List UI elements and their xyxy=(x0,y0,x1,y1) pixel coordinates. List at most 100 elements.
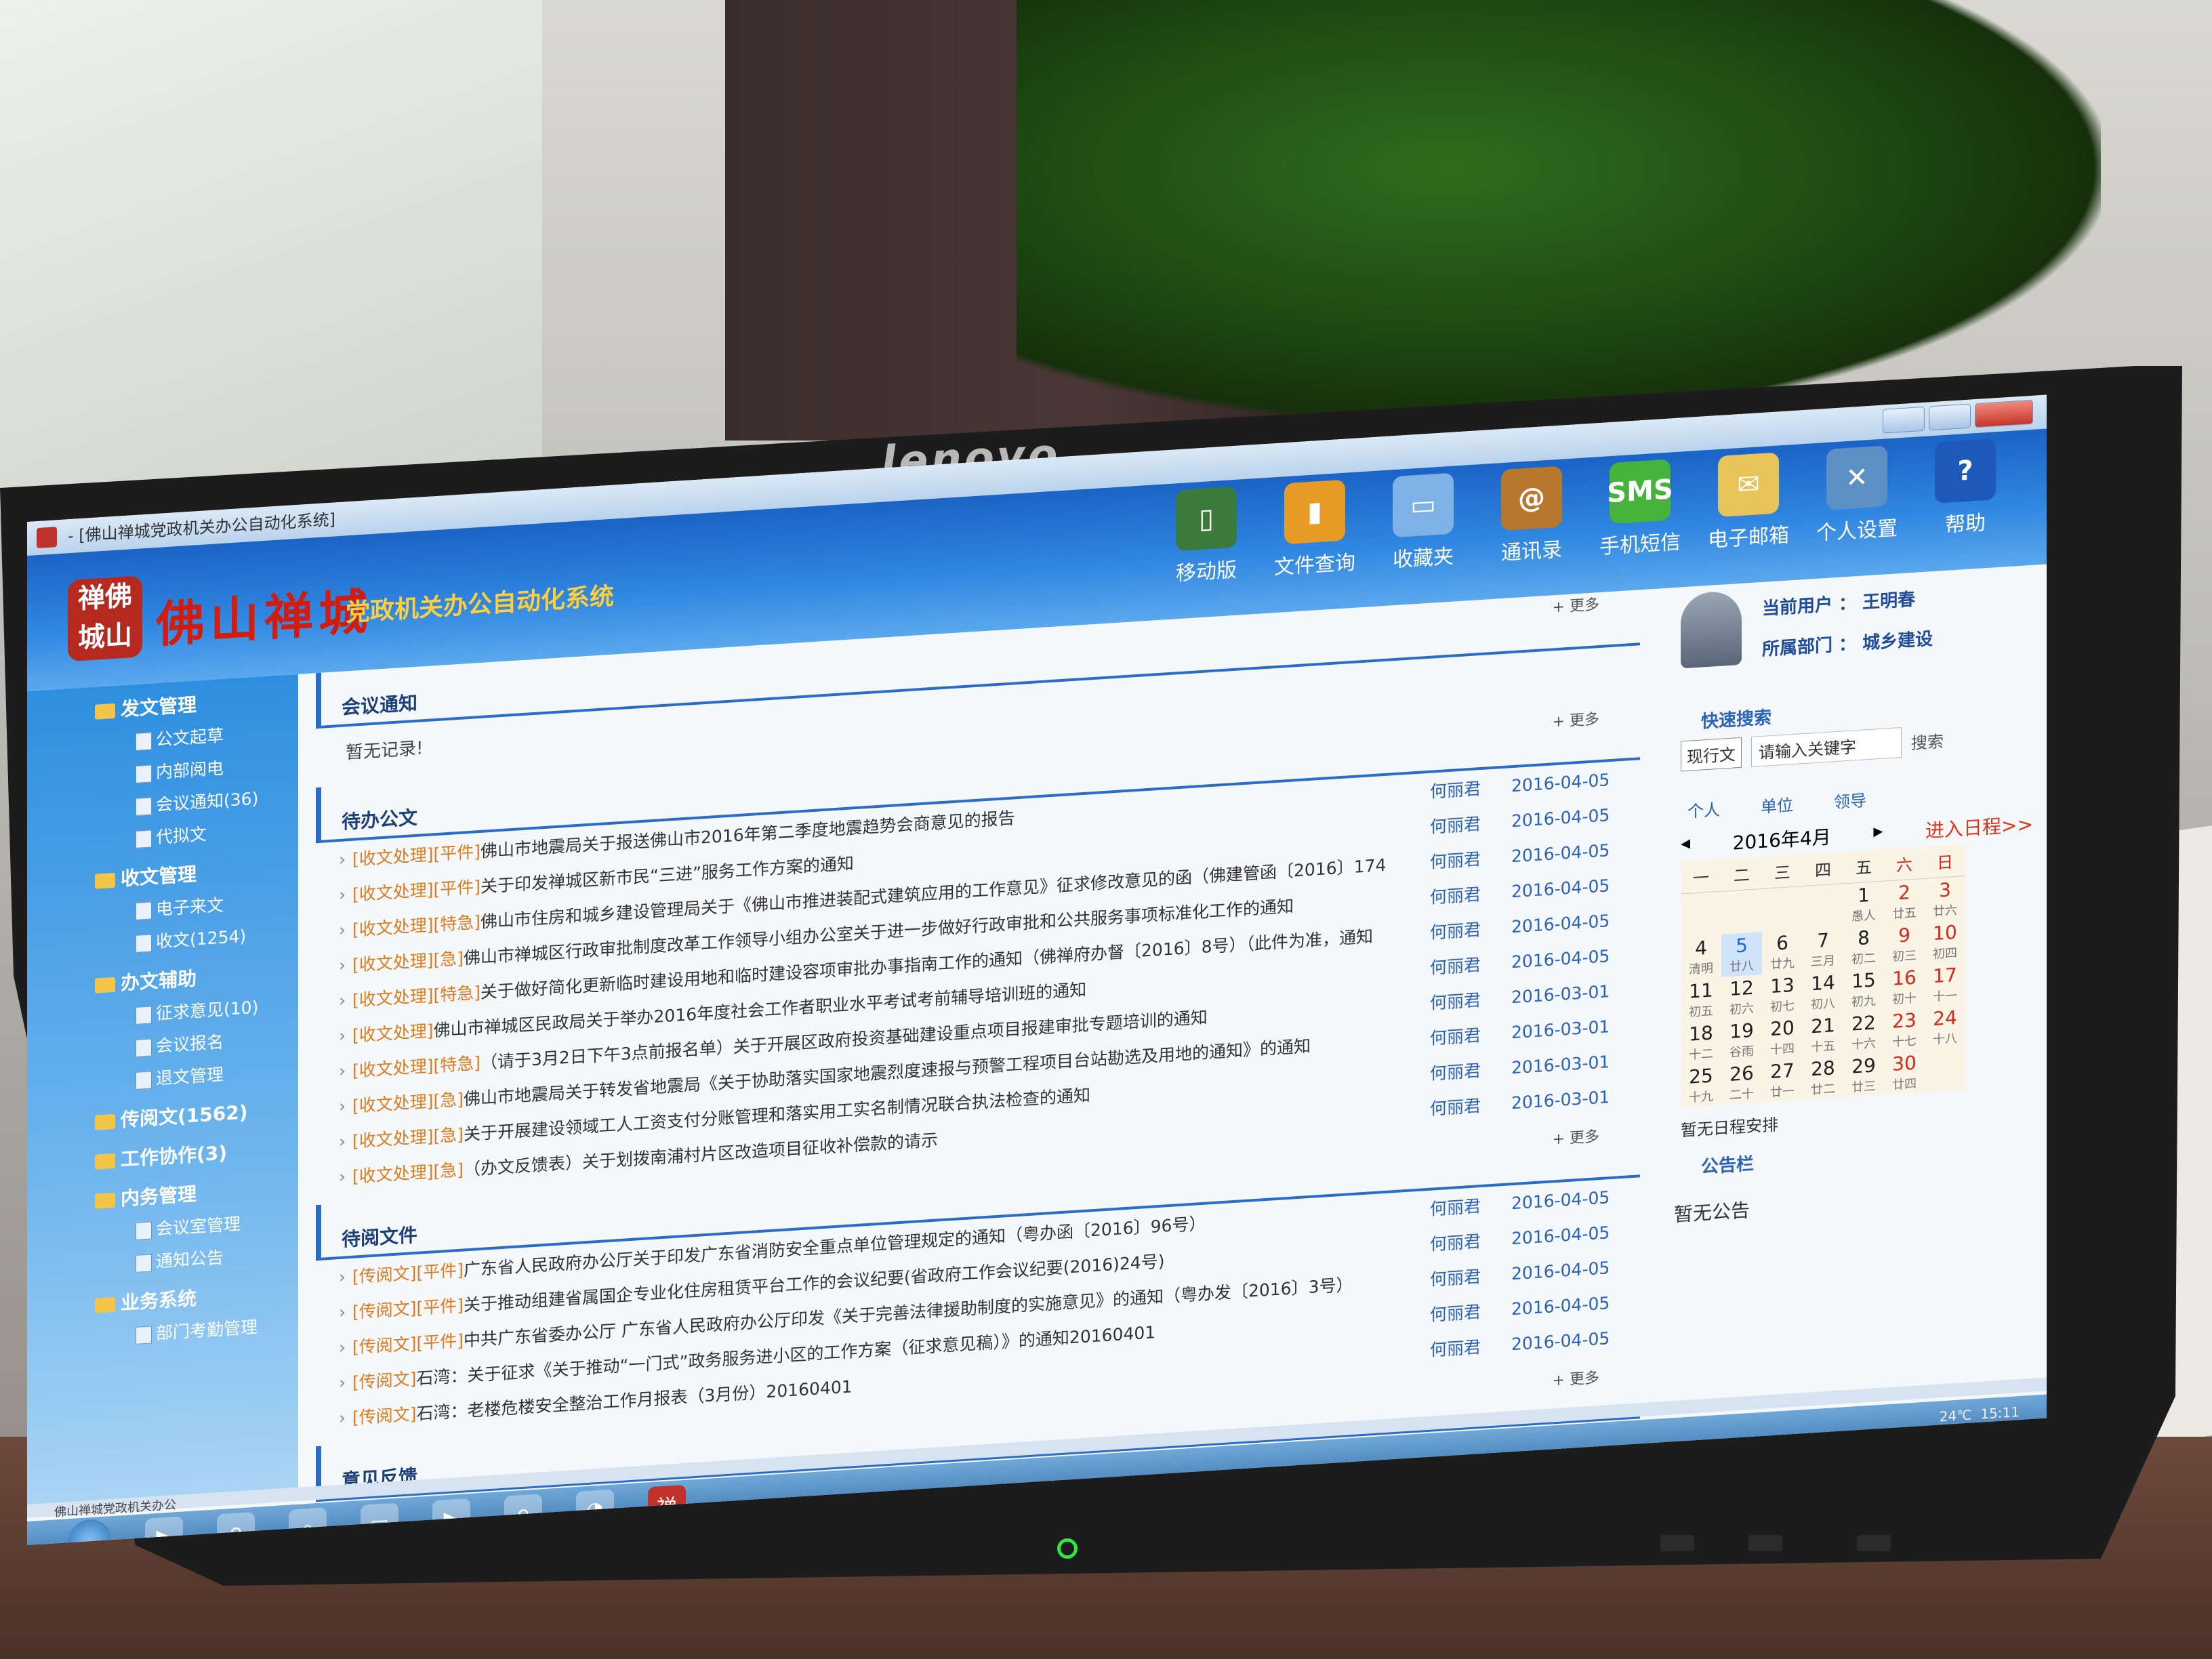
toolbar-button[interactable]: SMS 手机短信 xyxy=(1599,458,1681,560)
bullet-icon: › xyxy=(339,1060,346,1081)
lunar-date: 清明 xyxy=(1689,961,1713,977)
toolbar-label: 通讯录 xyxy=(1501,537,1562,566)
sidebar-group-label: 传阅文(1562) xyxy=(121,1101,248,1132)
calendar-day[interactable]: 26 二十 xyxy=(1721,1060,1762,1105)
document-date: 2016-04-05 xyxy=(1511,1292,1610,1319)
more-link[interactable]: + 更多 xyxy=(1553,707,1599,731)
calendar-day[interactable]: 17 十一 xyxy=(1925,962,1965,1007)
bullet-icon: › xyxy=(339,989,346,1010)
calendar-day[interactable]: 16 初十 xyxy=(1884,964,1925,1010)
close-button[interactable] xyxy=(1975,399,2033,428)
bullet-icon: › xyxy=(339,1166,346,1187)
calendar-day[interactable]: 13 初七 xyxy=(1762,972,1803,1017)
enter-schedule-link[interactable]: 进入日程>> xyxy=(1925,810,2033,844)
document-date: 2016-03-01 xyxy=(1511,1016,1610,1042)
minimize-button[interactable] xyxy=(1883,406,1925,434)
calendar-tab[interactable]: 个人 xyxy=(1687,796,1720,822)
calendar-day[interactable]: 4 清明 xyxy=(1681,935,1721,980)
lunar-date: 十六 xyxy=(1851,1036,1876,1052)
toolbar-button[interactable]: ✕ 个人设置 xyxy=(1816,445,1898,546)
search-type-select[interactable]: 现行文 xyxy=(1681,737,1742,772)
day-number: 17 xyxy=(1933,963,1957,988)
folder-icon: ▭ xyxy=(1393,472,1454,538)
calendar-day[interactable]: 2 廿五 xyxy=(1884,878,1925,924)
sidebar-group-label: 发文管理 xyxy=(121,693,197,721)
mobile-icon: ▯ xyxy=(1176,486,1237,552)
toolbar-button[interactable]: @ 通讯录 xyxy=(1491,466,1572,567)
weekday-header: 一 xyxy=(1681,859,1721,894)
more-link[interactable]: + 更多 xyxy=(1553,1124,1599,1149)
day-number: 30 xyxy=(1892,1051,1917,1076)
document-icon xyxy=(136,901,152,920)
more-link[interactable]: + 更多 xyxy=(1553,1366,1599,1390)
clock-time[interactable]: 15:11 xyxy=(1980,1404,2020,1422)
calendar-day[interactable]: 12 初六 xyxy=(1721,975,1762,1020)
day-number: 20 xyxy=(1770,1016,1795,1041)
toolbar-button[interactable]: ▯ 移动版 xyxy=(1166,486,1247,588)
calendar-day[interactable]: 3 廿六 xyxy=(1925,876,1965,922)
more-link[interactable]: + 更多 xyxy=(1553,592,1599,617)
calendar-day[interactable]: 7 三月 xyxy=(1803,926,1843,972)
bullet-icon: › xyxy=(339,1301,346,1322)
calendar-day[interactable]: 18 十二 xyxy=(1681,1020,1721,1065)
lunar-date: 初九 xyxy=(1851,994,1876,1010)
search-button[interactable]: 搜索 xyxy=(1911,728,1944,754)
calendar-day[interactable]: 19 谷雨 xyxy=(1721,1017,1762,1063)
calendar-day[interactable]: 21 十五 xyxy=(1803,1012,1843,1057)
calendar-day[interactable]: 24 十八 xyxy=(1925,1004,1965,1050)
day-number: 25 xyxy=(1689,1064,1713,1088)
calendar-day[interactable]: 30 廿四 xyxy=(1884,1050,1925,1095)
calendar-day[interactable]: 11 初五 xyxy=(1681,977,1721,1023)
monitor-control-button[interactable] xyxy=(1660,1535,1694,1551)
calendar-day[interactable]: 10 初四 xyxy=(1925,919,1965,964)
toolbar-label: 手机短信 xyxy=(1599,530,1681,560)
day-number: 26 xyxy=(1729,1061,1754,1086)
calendar-day[interactable]: 15 初九 xyxy=(1843,967,1884,1012)
bullet-icon: › xyxy=(339,884,346,905)
folder-icon xyxy=(95,1296,115,1313)
wall xyxy=(0,0,542,515)
maximize-button[interactable] xyxy=(1929,403,1971,431)
bullet-icon: › xyxy=(339,1130,346,1151)
toolbar-button[interactable]: ▮ 文件查询 xyxy=(1274,479,1355,581)
document-date: 2016-04-05 xyxy=(1511,875,1610,901)
document-sender: 何丽君 xyxy=(1430,990,1481,1013)
toolbar-button[interactable]: ▭ 收藏夹 xyxy=(1382,472,1464,574)
calendar-day[interactable]: 20 十四 xyxy=(1762,1015,1803,1060)
monitor-control-button[interactable] xyxy=(1748,1535,1782,1551)
weather-temp: 24℃ xyxy=(1939,1406,1972,1425)
document-tag: [收文处理][特急] xyxy=(352,982,481,1010)
document-icon xyxy=(136,934,152,953)
calendar-day[interactable]: 9 初三 xyxy=(1884,922,1925,967)
monitor-control-button[interactable] xyxy=(1857,1535,1891,1551)
lunar-date: 十八 xyxy=(1933,1031,1957,1048)
toolbar-button[interactable]: ? 帮助 xyxy=(1925,438,2006,539)
weekday-header: 五 xyxy=(1843,848,1884,884)
toolbar-button[interactable]: ✉ 电子邮箱 xyxy=(1708,451,1789,553)
document-icon xyxy=(136,1254,152,1273)
calendar-day[interactable]: 8 初二 xyxy=(1843,924,1884,970)
calendar-tab[interactable]: 单位 xyxy=(1761,792,1793,817)
calendar-day[interactable]: 27 廿一 xyxy=(1762,1057,1803,1103)
calendar-day[interactable]: 14 初八 xyxy=(1803,969,1843,1015)
prev-month-icon[interactable]: ◂ xyxy=(1681,832,1690,859)
document-sender: 何丽君 xyxy=(1430,1267,1481,1290)
calendar-day[interactable]: 6 廿九 xyxy=(1762,929,1803,975)
bullet-icon: › xyxy=(339,1025,346,1046)
calendar-day[interactable]: 22 十六 xyxy=(1843,1010,1884,1055)
power-button-icon[interactable] xyxy=(1057,1538,1078,1559)
day-number: 11 xyxy=(1689,979,1713,1003)
calendar-day[interactable]: 23 十七 xyxy=(1884,1007,1925,1052)
calendar-day[interactable]: 5 廿八 xyxy=(1721,931,1762,977)
sidebar-item-label: 征求意见(10) xyxy=(156,997,259,1024)
lunar-date: 二十 xyxy=(1729,1086,1754,1103)
calendar-tab[interactable]: 领导 xyxy=(1834,787,1866,813)
next-month-icon[interactable]: ▸ xyxy=(1873,819,1883,847)
calendar-day[interactable]: 25 十九 xyxy=(1681,1063,1721,1108)
lunar-date: 初四 xyxy=(1933,945,1957,962)
day-number: 19 xyxy=(1729,1019,1754,1043)
calendar-day[interactable]: 29 廿三 xyxy=(1843,1052,1884,1098)
calendar-day[interactable]: 28 廿二 xyxy=(1803,1054,1843,1100)
bullet-icon: › xyxy=(339,1336,346,1357)
calendar-day[interactable]: 1 愚人 xyxy=(1843,881,1884,926)
